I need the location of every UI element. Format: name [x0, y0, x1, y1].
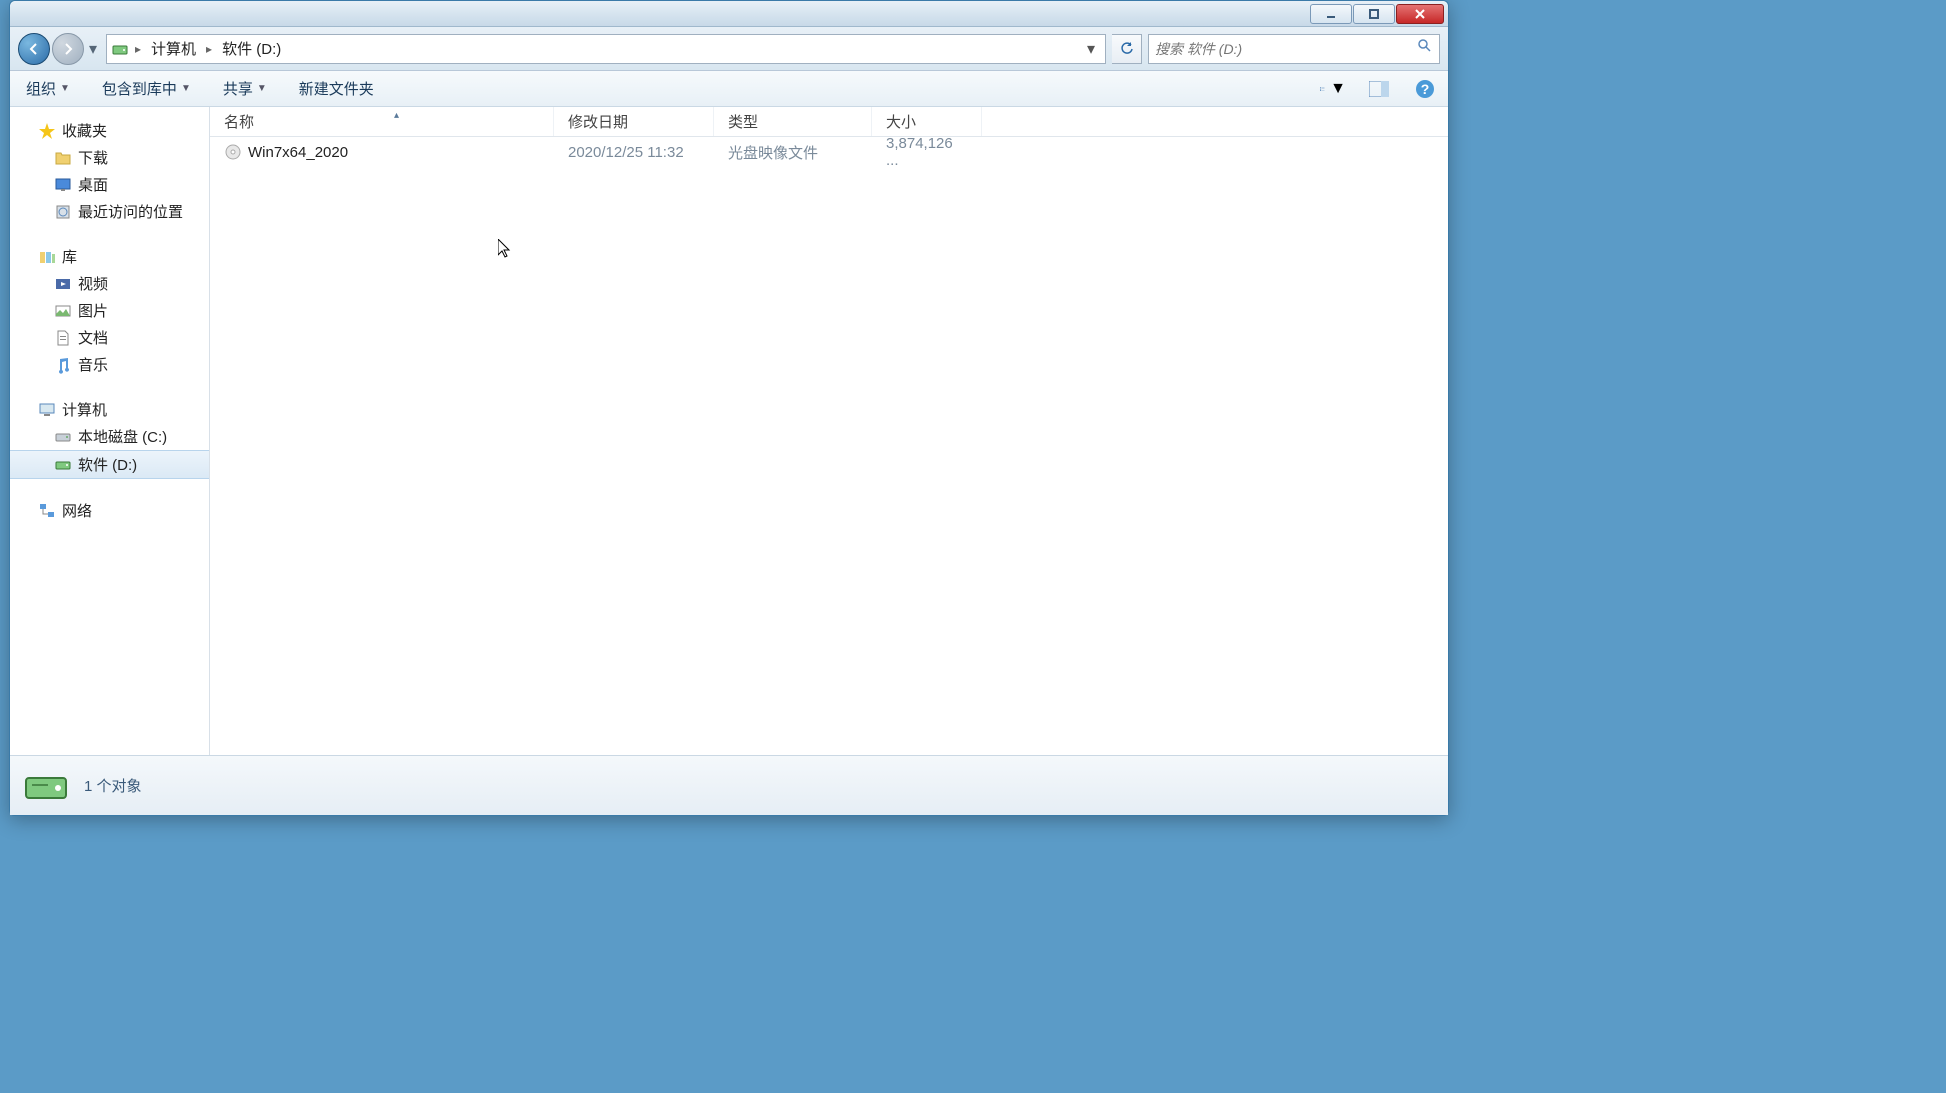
- drive-icon: [54, 456, 72, 474]
- back-button[interactable]: [18, 33, 50, 65]
- star-icon: [38, 122, 56, 140]
- search-input[interactable]: [1155, 41, 1417, 57]
- sidebar-label: 软件 (D:): [78, 454, 137, 475]
- column-date[interactable]: 修改日期: [554, 107, 714, 136]
- help-button[interactable]: ?: [1412, 76, 1438, 102]
- explorer-window: ▾ ▸ 计算机 ▸ 软件 (D:) ▾ 组织 ▼ 包含到库中 ▼ 共享 ▼ 新建文件夹: [9, 0, 1449, 816]
- column-size[interactable]: 大小: [872, 107, 982, 136]
- sidebar-downloads[interactable]: 下载: [10, 144, 209, 171]
- sidebar-label: 图片: [78, 300, 108, 321]
- breadcrumb-drive[interactable]: 软件 (D:): [214, 35, 289, 63]
- iso-file-icon: [224, 143, 242, 161]
- drive-large-icon: [22, 762, 70, 810]
- column-name[interactable]: 名称 ▴: [210, 107, 554, 136]
- maximize-button[interactable]: [1353, 4, 1395, 24]
- sidebar-label: 音乐: [78, 354, 108, 375]
- nav-history-dropdown[interactable]: ▾: [86, 33, 100, 65]
- sidebar-label: 下载: [78, 147, 108, 168]
- file-date: 2020/12/25 11:32: [554, 144, 714, 161]
- chevron-down-icon: ▼: [1330, 80, 1346, 98]
- include-in-library-menu[interactable]: 包含到库中 ▼: [96, 74, 197, 103]
- nav-buttons: ▾: [18, 33, 100, 65]
- folder-icon: [54, 149, 72, 167]
- newfolder-label: 新建文件夹: [299, 78, 374, 99]
- sidebar-documents[interactable]: 文档: [10, 324, 209, 351]
- share-menu[interactable]: 共享 ▼: [217, 74, 273, 103]
- organize-menu[interactable]: 组织 ▼: [20, 74, 76, 103]
- file-size: 3,874,126 ...: [872, 135, 982, 169]
- sidebar-pictures[interactable]: 图片: [10, 297, 209, 324]
- file-list: 名称 ▴ 修改日期 类型 大小 Win7x64_2020 2020/12/25 …: [210, 107, 1448, 755]
- sidebar-label: 视频: [78, 273, 108, 294]
- column-type[interactable]: 类型: [714, 107, 872, 136]
- sidebar-label: 网络: [62, 500, 92, 521]
- desktop-icon: [54, 176, 72, 194]
- navigation-pane: 收藏夹 下载 桌面 最近访问的位置 库: [10, 107, 210, 755]
- chevron-down-icon: ▼: [257, 83, 267, 94]
- library-icon: [38, 248, 56, 266]
- sidebar-computer[interactable]: 计算机: [10, 396, 209, 423]
- search-box[interactable]: [1148, 34, 1440, 64]
- refresh-button[interactable]: [1112, 34, 1142, 64]
- sidebar-soft-d[interactable]: 软件 (D:): [10, 450, 209, 479]
- cursor-icon: [498, 239, 514, 259]
- network-icon: [38, 502, 56, 520]
- status-bar: 1 个对象: [10, 755, 1448, 815]
- title-bar: [10, 1, 1448, 27]
- minimize-button[interactable]: [1310, 4, 1352, 24]
- column-label: 名称: [224, 111, 254, 132]
- file-name: Win7x64_2020: [248, 144, 348, 161]
- address-bar[interactable]: ▸ 计算机 ▸ 软件 (D:) ▾: [106, 34, 1106, 64]
- file-row[interactable]: Win7x64_2020 2020/12/25 11:32 光盘映像文件 3,8…: [210, 137, 1448, 167]
- breadcrumb-separator-icon: ▸: [204, 42, 214, 56]
- sidebar-label: 计算机: [62, 399, 107, 420]
- svg-text:?: ?: [1421, 81, 1430, 97]
- sidebar-label: 库: [62, 246, 77, 267]
- view-options-button[interactable]: ▼: [1320, 76, 1346, 102]
- drive-icon: [111, 40, 129, 58]
- sidebar-network[interactable]: 网络: [10, 497, 209, 524]
- status-text: 1 个对象: [84, 775, 142, 796]
- share-label: 共享: [223, 78, 253, 99]
- sidebar-desktop[interactable]: 桌面: [10, 171, 209, 198]
- documents-icon: [54, 329, 72, 347]
- search-icon: [1417, 38, 1433, 59]
- sidebar-label: 收藏夹: [62, 120, 107, 141]
- sidebar-label: 最近访问的位置: [78, 201, 183, 222]
- forward-button[interactable]: [52, 33, 84, 65]
- close-button[interactable]: [1396, 4, 1444, 24]
- sidebar-favorites[interactable]: 收藏夹: [10, 117, 209, 144]
- sidebar-videos[interactable]: 视频: [10, 270, 209, 297]
- include-label: 包含到库中: [102, 78, 177, 99]
- body: 收藏夹 下载 桌面 最近访问的位置 库: [10, 107, 1448, 755]
- address-row: ▾ ▸ 计算机 ▸ 软件 (D:) ▾: [10, 27, 1448, 71]
- music-icon: [54, 356, 72, 374]
- preview-pane-button[interactable]: [1366, 76, 1392, 102]
- toolbar: 组织 ▼ 包含到库中 ▼ 共享 ▼ 新建文件夹 ▼ ?: [10, 71, 1448, 107]
- pictures-icon: [54, 302, 72, 320]
- address-dropdown[interactable]: ▾: [1081, 39, 1101, 59]
- sidebar-label: 本地磁盘 (C:): [78, 426, 167, 447]
- sort-caret-icon: ▴: [254, 110, 539, 121]
- chevron-down-icon: ▼: [60, 83, 70, 94]
- new-folder-button[interactable]: 新建文件夹: [293, 74, 380, 103]
- recent-icon: [54, 203, 72, 221]
- file-type: 光盘映像文件: [714, 142, 872, 163]
- sidebar-label: 桌面: [78, 174, 108, 195]
- chevron-down-icon: ▼: [181, 83, 191, 94]
- breadcrumb-separator-icon: ▸: [133, 42, 143, 56]
- sidebar-label: 文档: [78, 327, 108, 348]
- video-icon: [54, 275, 72, 293]
- sidebar-libraries[interactable]: 库: [10, 243, 209, 270]
- drive-icon: [54, 428, 72, 446]
- column-headers: 名称 ▴ 修改日期 类型 大小: [210, 107, 1448, 137]
- breadcrumb-computer[interactable]: 计算机: [143, 35, 204, 63]
- sidebar-local-c[interactable]: 本地磁盘 (C:): [10, 423, 209, 450]
- computer-icon: [38, 401, 56, 419]
- organize-label: 组织: [26, 78, 56, 99]
- sidebar-music[interactable]: 音乐: [10, 351, 209, 378]
- sidebar-recent[interactable]: 最近访问的位置: [10, 198, 209, 225]
